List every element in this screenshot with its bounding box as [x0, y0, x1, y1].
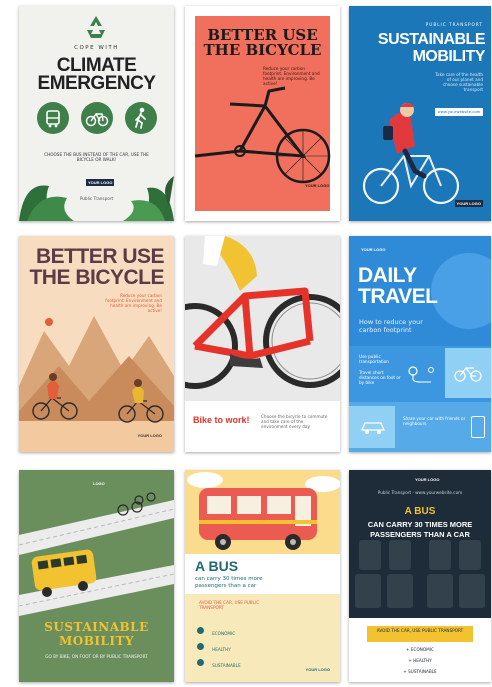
poster-daily-travel[interactable]: YOUR LOGO DAILY TRAVEL How to reduce you… [349, 236, 491, 452]
phone-icon [471, 416, 485, 438]
poster-climate-emergency[interactable]: COPE WITH CLIMATE EMERGENCY CHOOSE THE B… [19, 6, 174, 221]
check-icon [197, 627, 204, 634]
poster-title: A BUS [195, 558, 239, 574]
bicycle-icon [453, 362, 483, 384]
road-bus-art [19, 492, 174, 616]
poster-step-1: Use public transportation [359, 354, 389, 364]
poster-body: GO BY BIKE, ON FOOT OR BY PUBLIC TRANSPO… [45, 654, 148, 659]
recycle-icon [83, 14, 109, 40]
poster-footer: Public Transport [79, 196, 114, 201]
benefit-item-2: + HEALTHY [408, 658, 432, 663]
poster-logo: YOUR LOGO [137, 433, 162, 438]
poster-logo: YOUR LOGO [361, 247, 386, 252]
bicycle-icon [81, 102, 113, 134]
poster-tagline: AVOID THE CAR, USE PUBLIC TRANSPORT [199, 600, 260, 610]
benefit-item-1: ECONOMIC [197, 620, 235, 636]
poster-header: Public Transport · www.yourwebsite.com [377, 490, 463, 495]
poster-title-line2: TRAVEL [358, 285, 438, 308]
poster-a-bus-dark[interactable]: YOUR LOGO Public Transport · www.yourweb… [349, 470, 491, 682]
poster-title-line2: EMERGENCY [37, 73, 156, 94]
poster-sustainable-mobility-green[interactable]: LOGO SUSTAINABLE MOBILITY GO BY BIKE, ON… [19, 470, 174, 682]
poster-subtitle-line2: PASSENGERS THAN A CAR [370, 530, 470, 539]
poster-body: CHOOSE THE BUS INSTEAD OF THE CAR, USE T… [44, 152, 149, 162]
car-share-icon [358, 414, 388, 438]
benefit-item-2: HEALTHY [197, 636, 231, 652]
poster-logo: YOUR LOGO [415, 477, 440, 482]
poster-title-line2: MOBILITY [58, 634, 135, 648]
poster-better-bicycle-coral[interactable]: BETTER USE THE BICYCLE Reduce your carbo… [185, 6, 340, 221]
check-icon [197, 659, 204, 666]
poster-step-3: Share your car with friends or neighbour… [403, 416, 466, 426]
poster-subtitle-line1: CAN CARRY 30 TIMES MORE [367, 520, 473, 529]
poster-subtitle: can carry 30 times more passengers than … [195, 576, 263, 589]
poster-step-2: Travel short distances on foot or by bik… [359, 370, 401, 385]
poster-body: Choose the bicycle to commute and take c… [261, 414, 328, 429]
benefit-item-3: SUSTAINABLE [197, 652, 241, 668]
benefit-label: SUSTAINABLE [212, 663, 241, 668]
poster-title: Bike to work! [193, 415, 250, 425]
poster-body: Reduce your carbon footprint. Environmen… [105, 293, 162, 313]
poster-better-bicycle-beige[interactable]: BETTER USE THE BICYCLE Reduce your carbo… [19, 236, 174, 452]
cyclist-illustration [362, 103, 460, 205]
walking-icon [125, 102, 157, 134]
poster-subtitle: How to reduce your carbon footprint [359, 318, 423, 334]
poster-title-line1: SUSTAINABLE [44, 620, 149, 634]
poster-title-line2: THE BICYCLE [29, 266, 164, 289]
poster-logo: YOUR LOGO [454, 200, 483, 207]
poster-bike-to-work[interactable]: Bike to work! Choose the bicycle to comm… [185, 236, 340, 452]
poster-logo: YOUR LOGO [305, 667, 330, 672]
check-icon [197, 643, 204, 650]
poster-logo: YOUR LOGO [86, 179, 115, 186]
poster-a-bus-yellow[interactable]: A BUS can carry 30 times more passengers… [185, 470, 340, 682]
poster-title: A BUS [404, 506, 436, 517]
poster-logo: YOUR LOGO [305, 183, 330, 188]
poster-logo: LOGO [93, 481, 105, 486]
poster-tagline: AVOID THE CAR, USE PUBLIC TRANSPORT [376, 628, 464, 633]
benefit-item-3: + SUSTAINABLE [403, 669, 437, 674]
benefit-item-1: + ECONOMIC [406, 647, 434, 652]
location-route-icon [407, 364, 437, 384]
poster-sustainable-mobility-blue[interactable]: PUBLIC TRANSPORT SUSTAINABLE MOBILITY Ta… [349, 6, 491, 221]
poster-kicker: COPE WITH [74, 45, 119, 51]
bus-icon [37, 102, 69, 134]
